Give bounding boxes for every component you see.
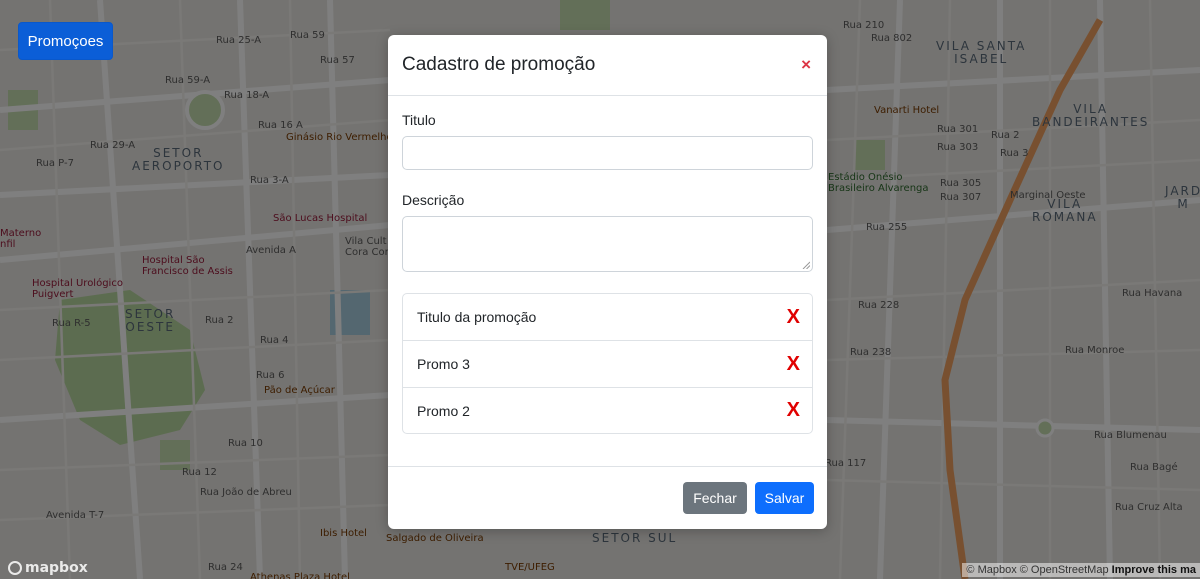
descricao-label: Descrição <box>402 192 465 208</box>
mapbox-logo[interactable]: mapbox <box>8 560 88 576</box>
delete-icon[interactable]: X <box>787 353 800 376</box>
modal-title: Cadastro de promoção <box>402 54 596 75</box>
promotion-modal: Cadastro de promoção × Titulo Descrição … <box>388 35 827 529</box>
salvar-button[interactable]: Salvar <box>755 482 814 514</box>
modal-body: Titulo Descrição Titulo da promoção X Pr… <box>388 96 827 467</box>
improve-map-link[interactable]: Improve this ma <box>1112 564 1196 576</box>
modal-footer: Fechar Salvar <box>388 467 827 529</box>
delete-icon[interactable]: X <box>787 399 800 422</box>
delete-icon[interactable]: X <box>787 306 800 329</box>
promotion-name: Titulo da promoção <box>417 309 537 325</box>
list-item[interactable]: Titulo da promoção X <box>403 294 812 341</box>
mapbox-logo-text: mapbox <box>25 560 88 576</box>
list-item[interactable]: Promo 3 X <box>403 341 812 388</box>
list-item[interactable]: Promo 2 X <box>403 388 812 433</box>
attribution-text: © Mapbox © OpenStreetMap <box>966 564 1112 576</box>
map-attribution: © Mapbox © OpenStreetMap Improve this ma <box>962 563 1200 577</box>
resize-grip-icon[interactable] <box>802 261 810 269</box>
close-icon[interactable]: × <box>801 55 813 75</box>
descricao-textarea[interactable] <box>402 216 813 272</box>
fechar-button[interactable]: Fechar <box>683 482 747 514</box>
promotion-name: Promo 2 <box>417 402 470 419</box>
promotion-list: Titulo da promoção X Promo 3 X Promo 2 X <box>402 293 813 434</box>
promocoes-button[interactable]: Promoçoes <box>18 22 113 60</box>
mapbox-icon <box>8 561 22 575</box>
promotion-name: Promo 3 <box>417 356 470 372</box>
titulo-input[interactable] <box>402 136 813 170</box>
titulo-label: Titulo <box>402 112 436 128</box>
modal-header: Cadastro de promoção × <box>388 35 827 96</box>
